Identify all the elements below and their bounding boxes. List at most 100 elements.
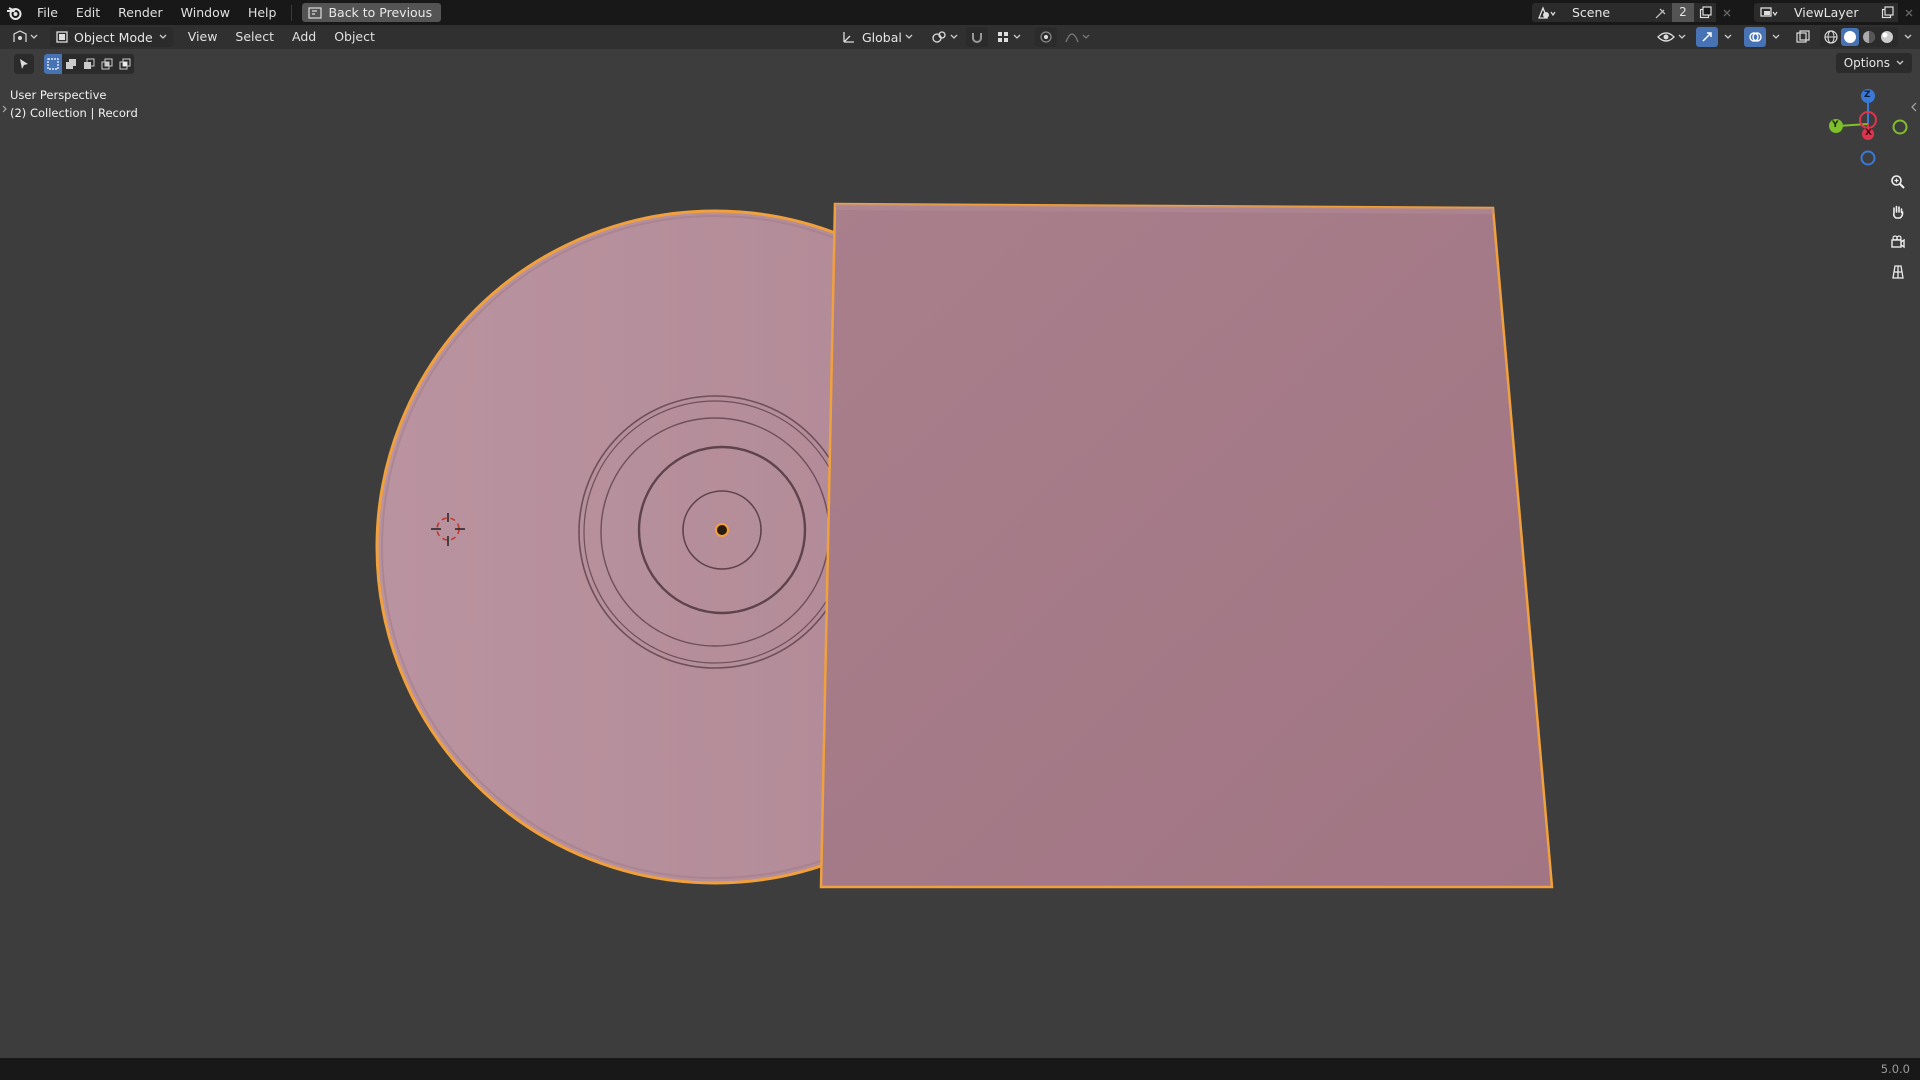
camera-view-button[interactable] bbox=[1884, 228, 1912, 256]
chevron-down-icon bbox=[1896, 60, 1904, 65]
menu-file[interactable]: File bbox=[28, 0, 67, 25]
header-menu-object[interactable]: Object bbox=[325, 25, 384, 49]
header-menu-add[interactable]: Add bbox=[283, 25, 325, 49]
select-extend-icon bbox=[66, 59, 76, 69]
chevron-down-icon bbox=[1082, 34, 1090, 39]
options-dropdown[interactable]: Options bbox=[1835, 53, 1912, 73]
chevron-down-icon bbox=[1013, 34, 1021, 39]
transform-orientation-dropdown[interactable]: Global bbox=[838, 27, 917, 47]
menu-help[interactable]: Help bbox=[239, 0, 286, 25]
object-mode-dropdown[interactable]: Object Mode bbox=[50, 27, 173, 47]
select-cursor-icon bbox=[20, 59, 28, 69]
sidebar-toggle-icon[interactable] bbox=[1911, 102, 1917, 112]
pin-icon[interactable] bbox=[1650, 3, 1672, 22]
orientation-icon bbox=[843, 32, 854, 43]
chevron-down-icon[interactable] bbox=[1724, 34, 1732, 40]
chevron-down-icon[interactable] bbox=[1772, 34, 1780, 40]
select-intersect-mode[interactable] bbox=[116, 54, 134, 74]
menu-edit[interactable]: Edit bbox=[67, 0, 109, 25]
shading-modes[interactable] bbox=[1820, 27, 1898, 47]
pivot-point-dropdown[interactable] bbox=[927, 27, 962, 47]
selection-mode-group bbox=[44, 54, 134, 74]
wireframe-shading-icon[interactable] bbox=[1823, 29, 1839, 45]
select-extend-mode[interactable] bbox=[62, 54, 80, 74]
camera-icon bbox=[1891, 235, 1905, 249]
overlay-circles-icon bbox=[1749, 32, 1762, 42]
proportional-edit-toggle[interactable] bbox=[1034, 27, 1057, 47]
select-subtract-mode[interactable] bbox=[80, 54, 98, 74]
blender-logo-icon[interactable] bbox=[0, 0, 28, 25]
magnet-icon bbox=[971, 33, 982, 43]
view-layer-icon[interactable] bbox=[1754, 3, 1784, 22]
zoom-button[interactable] bbox=[1884, 168, 1912, 196]
select-subtract-icon bbox=[84, 58, 95, 69]
visibility-dropdown[interactable] bbox=[1653, 27, 1690, 47]
snap-toggle[interactable] bbox=[965, 27, 988, 47]
delete-scene-icon[interactable] bbox=[1716, 3, 1738, 22]
menu-window[interactable]: Window bbox=[172, 0, 239, 25]
perspective-label: User Perspective bbox=[10, 88, 107, 102]
expand-arrow-icon[interactable] bbox=[2, 105, 8, 113]
orientation-label: Global bbox=[862, 29, 902, 45]
rendered-shading-icon[interactable] bbox=[1879, 29, 1895, 45]
collection-label: (2) Collection | Record bbox=[10, 106, 138, 120]
new-view-layer-icon[interactable] bbox=[1876, 3, 1898, 22]
material-shading-icon[interactable] bbox=[1861, 29, 1877, 45]
hand-icon bbox=[1892, 205, 1904, 219]
divider bbox=[291, 4, 293, 21]
header-menu-view[interactable]: View bbox=[179, 25, 227, 49]
delete-view-layer-icon[interactable] bbox=[1898, 3, 1920, 22]
select-new-icon bbox=[47, 58, 59, 70]
navigation-gizmo[interactable] bbox=[1829, 89, 1908, 166]
chevron-down-icon bbox=[905, 34, 913, 39]
viewport-info: User Perspective (2) Collection | Record bbox=[10, 86, 138, 122]
status-bar: 5.0.0 bbox=[0, 1058, 1920, 1080]
record-sleeve[interactable] bbox=[819, 202, 1554, 889]
chevron-down-icon bbox=[1678, 34, 1686, 39]
select-invert-icon bbox=[101, 58, 113, 70]
select-intersect-icon bbox=[119, 58, 131, 70]
viewport-header: Object Mode View Select Add Object Globa… bbox=[0, 25, 1920, 49]
header-menu-select[interactable]: Select bbox=[226, 25, 283, 49]
overlays-toggle[interactable] bbox=[1744, 27, 1766, 47]
object-mode-icon bbox=[56, 31, 68, 43]
new-scene-icon[interactable] bbox=[1694, 3, 1716, 22]
gizmo-arrows-icon bbox=[1702, 32, 1712, 42]
select-new-mode[interactable] bbox=[44, 54, 62, 74]
top-menu-bar: File Edit Render Window Help Back to Pre… bbox=[0, 0, 1920, 25]
snap-target-dropdown[interactable] bbox=[992, 27, 1025, 47]
3d-viewport-icon bbox=[13, 30, 27, 42]
gizmo-x-label: X bbox=[1865, 128, 1872, 138]
falloff-curve-icon bbox=[1065, 33, 1079, 43]
proportional-edit-icon bbox=[1040, 31, 1052, 43]
select-invert-mode[interactable] bbox=[98, 54, 116, 74]
xray-toggle[interactable] bbox=[1792, 27, 1814, 47]
menu-render[interactable]: Render bbox=[109, 0, 172, 25]
view-layer-name-field[interactable]: ViewLayer bbox=[1784, 3, 1876, 22]
eye-icon bbox=[1657, 32, 1675, 42]
active-tool-button[interactable] bbox=[14, 54, 34, 74]
scene-name-field[interactable]: Scene bbox=[1562, 3, 1650, 22]
back-button-label: Back to Previous bbox=[328, 5, 433, 20]
scene-selector[interactable]: Scene 2 bbox=[1532, 3, 1738, 22]
gizmo-toggle[interactable] bbox=[1696, 27, 1718, 47]
editor-type-selector[interactable] bbox=[6, 27, 44, 47]
view-layer-selector[interactable]: ViewLayer bbox=[1754, 3, 1920, 22]
pan-button[interactable] bbox=[1884, 198, 1912, 226]
scene-icon[interactable] bbox=[1532, 3, 1562, 22]
viewport-canvas[interactable] bbox=[0, 0, 1920, 1080]
solid-shading-icon[interactable] bbox=[1841, 28, 1859, 46]
projection-toggle-button[interactable] bbox=[1884, 258, 1912, 286]
screen-back-icon bbox=[308, 6, 323, 19]
scene-users-count[interactable]: 2 bbox=[1672, 3, 1694, 22]
grid-perspective-icon bbox=[1892, 265, 1904, 279]
gizmo-y-label: Y bbox=[1832, 120, 1839, 130]
back-to-previous-button[interactable]: Back to Previous bbox=[302, 3, 442, 22]
falloff-dropdown[interactable] bbox=[1061, 27, 1094, 47]
version-label: 5.0.0 bbox=[1880, 1062, 1910, 1076]
chevron-down-icon bbox=[159, 34, 167, 39]
tool-settings-bar: Options bbox=[0, 49, 1920, 77]
snap-grid-icon bbox=[997, 32, 1008, 42]
xray-icon bbox=[1796, 30, 1810, 43]
chevron-down-icon[interactable] bbox=[1904, 34, 1912, 40]
